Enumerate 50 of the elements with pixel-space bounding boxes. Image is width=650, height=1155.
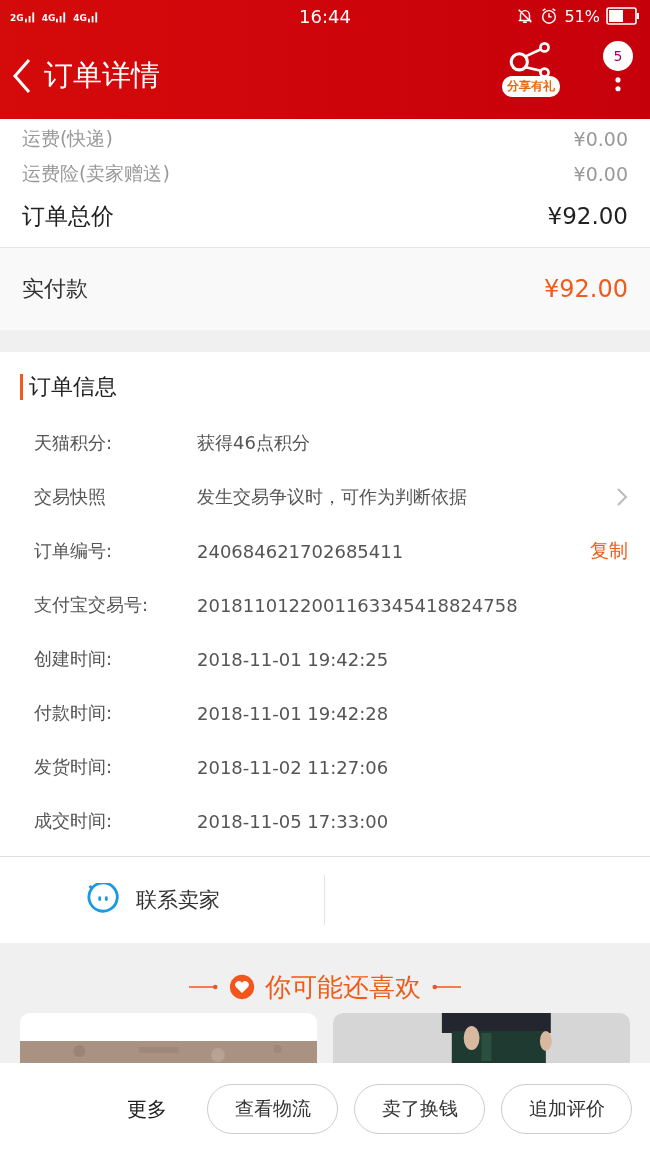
action-button[interactable]: 查看物流 (207, 1084, 338, 1134)
info-value: 2018-11-01 19:42:28 (197, 702, 390, 724)
fee-amount: ¥0.00 (573, 127, 628, 150)
dot-line-icon (431, 982, 461, 992)
more-actions-link[interactable]: 更多 (127, 1095, 167, 1123)
info-value: 2018-11-05 17:33:00 (197, 810, 390, 832)
network-label: 4G (41, 14, 56, 23)
info-value: 获得46点积分 (197, 431, 311, 455)
info-value: 发生交易争议时，可作为判断依据 (197, 485, 468, 509)
battery-percent: 51% (564, 6, 600, 26)
info-label: 创建时间: (34, 647, 114, 671)
dot-line-icon (189, 982, 219, 992)
fee-amount: ¥92.00 (547, 203, 628, 229)
status-time: 16:44 (299, 5, 351, 27)
battery-icon (606, 7, 640, 25)
signal-icon (56, 9, 68, 23)
section-title: 你可能还喜欢 (265, 970, 421, 1004)
paid-amount: ¥92.00 (544, 275, 628, 303)
network-label: 4G (73, 14, 87, 23)
signal-icon (87, 9, 99, 23)
fee-label: 运费(快递) (22, 125, 113, 151)
action-button[interactable]: 卖了换钱 (354, 1084, 485, 1134)
back-icon (12, 57, 32, 94)
info-label: 支付宝交易号: (34, 593, 150, 617)
info-label: 成交时间: (34, 809, 114, 833)
info-value: 2018110122001163345418824758 (197, 594, 519, 616)
fee-label: 订单总价 (22, 201, 114, 231)
info-label: 付款时间: (34, 701, 114, 725)
paid-label: 实付款 (22, 275, 88, 303)
alarm-icon (540, 7, 559, 25)
info-label: 天猫积分: (34, 431, 114, 455)
message-count-badge: 5 (603, 40, 633, 71)
info-label: 发货时间: (34, 755, 114, 779)
signal-icon (24, 9, 36, 23)
more-button[interactable]: 5 (598, 40, 638, 111)
info-value: 240684621702685411 (197, 540, 405, 562)
page-title: 订单详情 (44, 56, 161, 94)
section-title: 订单信息 (20, 374, 628, 400)
info-value: 2018-11-01 19:42:25 (197, 648, 390, 670)
fee-label: 运费险(卖家赠送) (22, 160, 170, 186)
info-value: 2018-11-02 11:27:06 (197, 756, 390, 778)
chevron-icon (616, 487, 628, 507)
share-reward-badge: 分享有礼 (502, 75, 560, 97)
network-label: 2G (10, 14, 24, 23)
info-label: 订单编号: (34, 539, 114, 563)
action-button[interactable]: 追加评价 (501, 1084, 632, 1134)
bell-muted-icon (516, 7, 535, 25)
product-card[interactable] (20, 1013, 317, 1063)
info-label: 交易快照 (34, 485, 107, 509)
fee-amount: ¥0.00 (573, 162, 628, 185)
